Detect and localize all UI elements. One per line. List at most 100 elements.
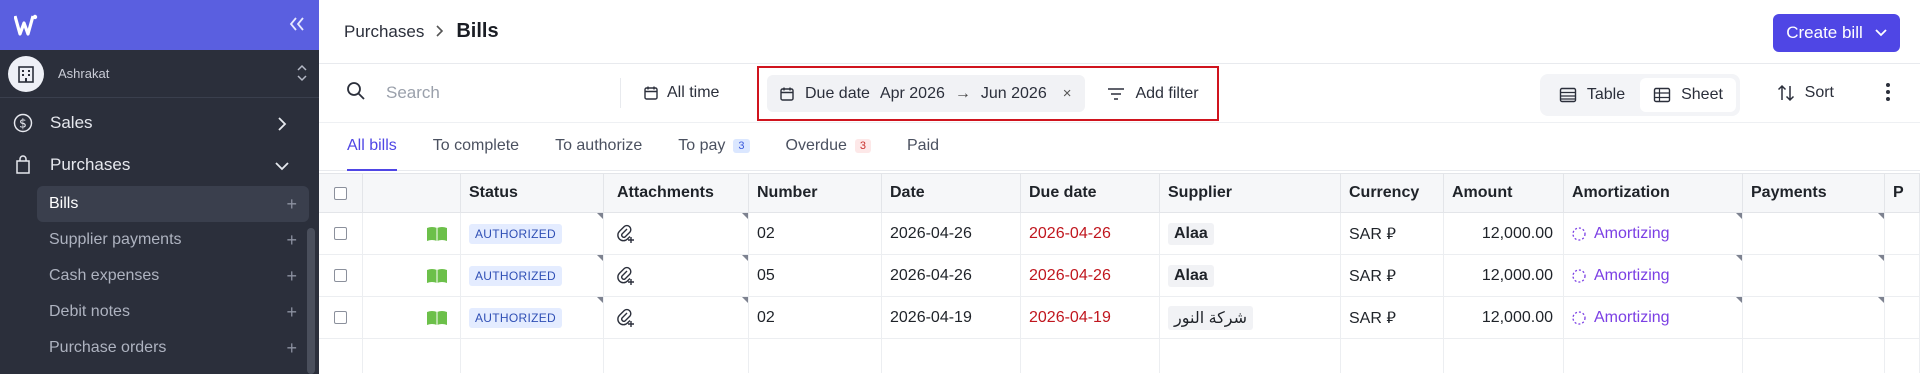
date-range-button[interactable]: All time (643, 84, 719, 102)
amortization-cell: Amortizing (1564, 255, 1743, 296)
table-row[interactable]: AUTHORIZED 02 2026-04-26 2026-04-26 Alaa… (319, 213, 1920, 255)
create-bill-label: Create bill (1786, 23, 1863, 42)
count-badge: 3 (733, 139, 750, 153)
add-icon[interactable]: + (286, 266, 297, 287)
tab-label: Overdue (785, 137, 847, 154)
cell-corner-marker (597, 213, 603, 219)
column-header-status[interactable]: Status (461, 174, 604, 212)
filter-lines-icon (1108, 87, 1125, 100)
empty-cell (1564, 339, 1743, 373)
more-vertical-icon[interactable] (1886, 83, 1890, 101)
empty-cell (882, 339, 1021, 373)
attachment-add-icon[interactable] (604, 213, 749, 254)
sidebar-scrollbar[interactable] (307, 228, 315, 374)
sort-label: Sort (1804, 84, 1834, 101)
number-cell: 02 (749, 297, 882, 338)
table-header-row: Status Attachments Number Date Due date … (319, 173, 1920, 213)
overflow-cell (1885, 213, 1920, 254)
status-badge: AUTHORIZED (469, 307, 562, 328)
sort-button[interactable]: Sort (1777, 84, 1834, 102)
tab-label: To complete (432, 137, 520, 154)
search-placeholder: Search (386, 83, 440, 102)
table-row[interactable]: AUTHORIZED 05 2026-04-26 2026-04-26 Alaa… (319, 255, 1920, 297)
amount-cell: 12,000.00 (1444, 255, 1564, 296)
empty-cell (1021, 339, 1160, 373)
column-header-amortization[interactable]: Amortization (1564, 174, 1743, 212)
tab-label: Paid (907, 137, 940, 154)
select-all-checkbox[interactable] (334, 186, 347, 200)
tab-paid[interactable]: Paid (907, 122, 939, 170)
sidebar-nav: $ Sales Purchases Bills + Supplier payme… (0, 98, 319, 366)
tab-to-authorize[interactable]: To authorize (555, 122, 642, 170)
add-filter-button[interactable]: Add filter (1107, 85, 1199, 103)
row-checkbox[interactable] (334, 227, 347, 240)
sidebar-item-bills[interactable]: Bills + (37, 186, 309, 222)
breadcrumb[interactable]: Purchases (344, 22, 424, 42)
close-icon[interactable]: × (1063, 85, 1072, 102)
tab-label: To authorize (555, 137, 643, 154)
tab-all-bills[interactable]: All bills (347, 122, 397, 171)
sheet-view-label: Sheet (1681, 86, 1723, 103)
attachment-add-icon[interactable] (604, 255, 749, 296)
chevron-down-icon[interactable] (1875, 29, 1887, 37)
column-header-attachments[interactable]: Attachments (604, 174, 749, 212)
row-checkbox[interactable] (334, 311, 347, 324)
table-view-button[interactable]: Table (1544, 78, 1640, 112)
sidebar-item-debit-notes[interactable]: Debit notes + (37, 294, 309, 330)
supplier-pill[interactable]: Alaa (1168, 222, 1214, 245)
date-cell: 2026-04-19 (882, 297, 1021, 338)
attachment-add-icon[interactable] (604, 297, 749, 338)
sidebar-item-supplier-payments[interactable]: Supplier payments + (37, 222, 309, 258)
date-range-label: All time (667, 84, 720, 101)
empty-cell (461, 339, 604, 373)
column-header-supplier[interactable]: Supplier (1160, 174, 1341, 212)
cell-corner-marker (742, 213, 748, 219)
column-header-due-date[interactable]: Due date (1021, 174, 1160, 212)
status-badge: AUTHORIZED (469, 265, 562, 286)
sidebar-item-cash-expenses[interactable]: Cash expenses + (37, 258, 309, 294)
supplier-pill[interactable]: Alaa (1168, 264, 1214, 287)
supplier-pill[interactable]: شركة النور (1168, 305, 1254, 330)
tab-overdue[interactable]: Overdue 3 (785, 122, 871, 170)
add-icon[interactable]: + (286, 302, 297, 323)
search-input[interactable]: Search (319, 78, 621, 108)
column-header-number[interactable]: Number (749, 174, 882, 212)
sidebar-item-label: Debit notes (49, 303, 130, 320)
column-header-date[interactable]: Date (882, 174, 1021, 212)
column-header-currency[interactable]: Currency (1341, 174, 1444, 212)
row-checkbox[interactable] (334, 269, 347, 282)
add-icon[interactable]: + (286, 194, 297, 215)
svg-text:$: $ (19, 117, 27, 131)
sidebar: Ashrakat $ Sales Purchases Bills + Suppl… (0, 0, 319, 374)
search-icon (346, 81, 366, 106)
due-date-filter-chip[interactable]: Due date Apr 2026 → Jun 2026 × (767, 75, 1086, 112)
sheet-view-button[interactable]: Sheet (1640, 78, 1736, 112)
currency-cell: SAR ⃁ (1341, 213, 1444, 254)
add-icon[interactable]: + (286, 338, 297, 359)
create-bill-button[interactable]: Create bill (1773, 14, 1900, 52)
amortization-status: Amortizing (1572, 225, 1670, 243)
sidebar-item-label: Bills (49, 195, 79, 212)
empty-cell (1743, 339, 1885, 373)
sidebar-item-purchase-orders[interactable]: Purchase orders + (37, 330, 309, 366)
empty-cell (604, 339, 749, 373)
add-icon[interactable]: + (286, 230, 297, 251)
overflow-cell (1885, 255, 1920, 296)
column-header-amount[interactable]: Amount (1444, 174, 1564, 212)
logo-icon[interactable] (14, 13, 38, 37)
payments-cell (1743, 213, 1885, 254)
column-header-payments[interactable]: Payments (1743, 174, 1885, 212)
payments-cell (1743, 297, 1885, 338)
column-header-overflow[interactable]: P (1885, 174, 1920, 212)
org-switcher[interactable]: Ashrakat (0, 50, 319, 98)
collapse-icon[interactable] (289, 14, 305, 37)
sidebar-item-purchases[interactable]: Purchases (0, 144, 319, 186)
supplier-cell: Alaa (1160, 255, 1341, 296)
table-icon (1559, 87, 1577, 103)
tab-to-complete[interactable]: To complete (433, 122, 519, 170)
tab-to-pay[interactable]: To pay 3 (678, 122, 750, 170)
table-row[interactable]: AUTHORIZED 02 2026-04-19 2026-04-19 شركة… (319, 297, 1920, 339)
supplier-cell: Alaa (1160, 213, 1341, 254)
spinner-icon (1572, 226, 1586, 241)
sidebar-item-sales[interactable]: $ Sales (0, 102, 319, 144)
